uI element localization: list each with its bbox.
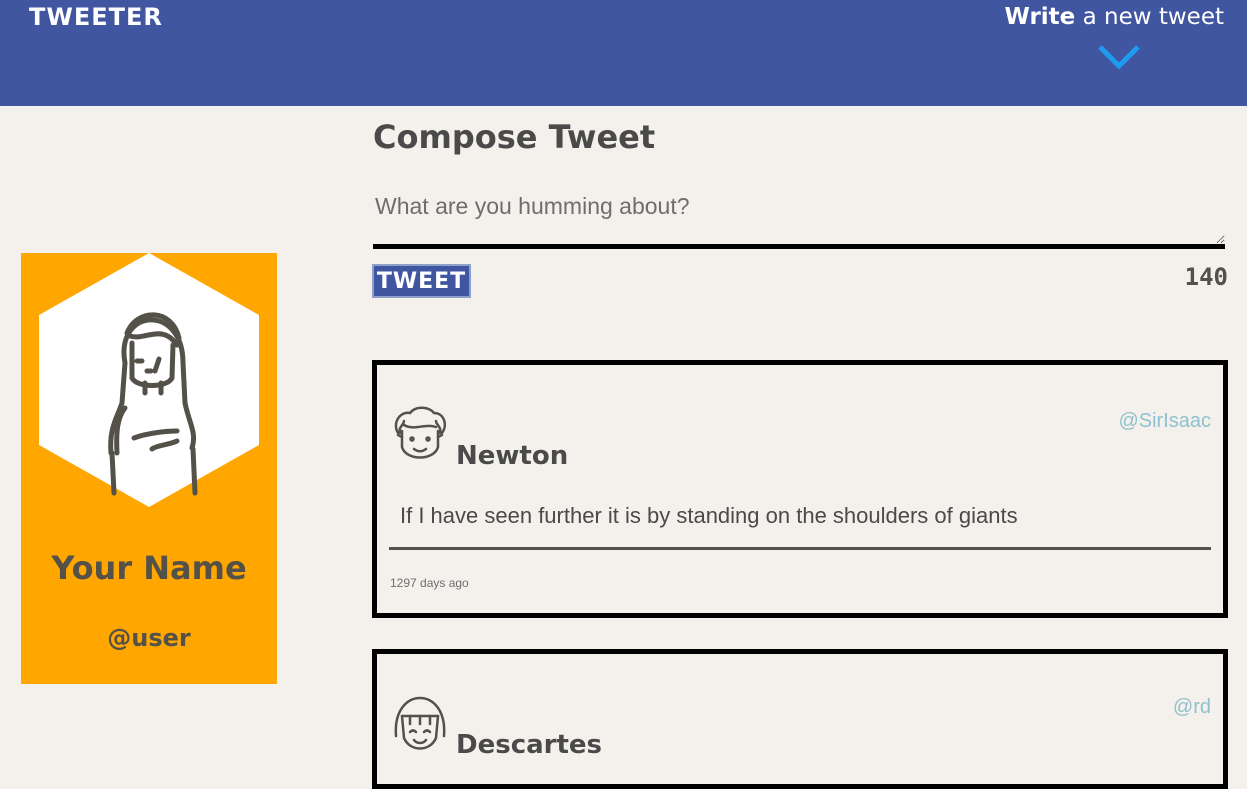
tweet-button[interactable]: TWEET [372, 264, 471, 298]
profile-name: Your Name [51, 549, 247, 587]
tweet-text-input[interactable] [373, 183, 1225, 249]
write-new-tweet-link[interactable]: Write a new tweet [1004, 4, 1224, 30]
tweet-card: Newton @SirIsaac If I have seen further … [372, 360, 1228, 618]
newton-avatar-icon [394, 406, 446, 459]
divider [389, 547, 1211, 550]
descartes-avatar-icon [394, 696, 446, 750]
tweet-card: Descartes @rd [372, 649, 1228, 789]
compose-title: Compose Tweet [373, 118, 656, 156]
brand-logo[interactable]: TWEETER [29, 3, 163, 31]
chevron-down-icon[interactable] [1097, 44, 1141, 72]
write-label-rest: a new tweet [1075, 4, 1224, 30]
write-label-bold: Write [1004, 4, 1076, 30]
tweet-handle[interactable]: @rd [1173, 696, 1211, 719]
tweet-timestamp: 1297 days ago [390, 576, 469, 590]
top-navigation-bar: TWEETER Write a new tweet [0, 0, 1247, 106]
profile-handle: @user [107, 624, 191, 652]
tweet-handle[interactable]: @SirIsaac [1118, 410, 1211, 433]
character-counter: 140 [1184, 263, 1228, 291]
tweet-author: Descartes [456, 730, 603, 760]
tweet-text: If I have seen further it is by standing… [400, 503, 1018, 528]
profile-avatar [39, 253, 259, 507]
profile-card: Your Name @user [21, 253, 277, 684]
tweet-author: Newton [456, 441, 569, 471]
